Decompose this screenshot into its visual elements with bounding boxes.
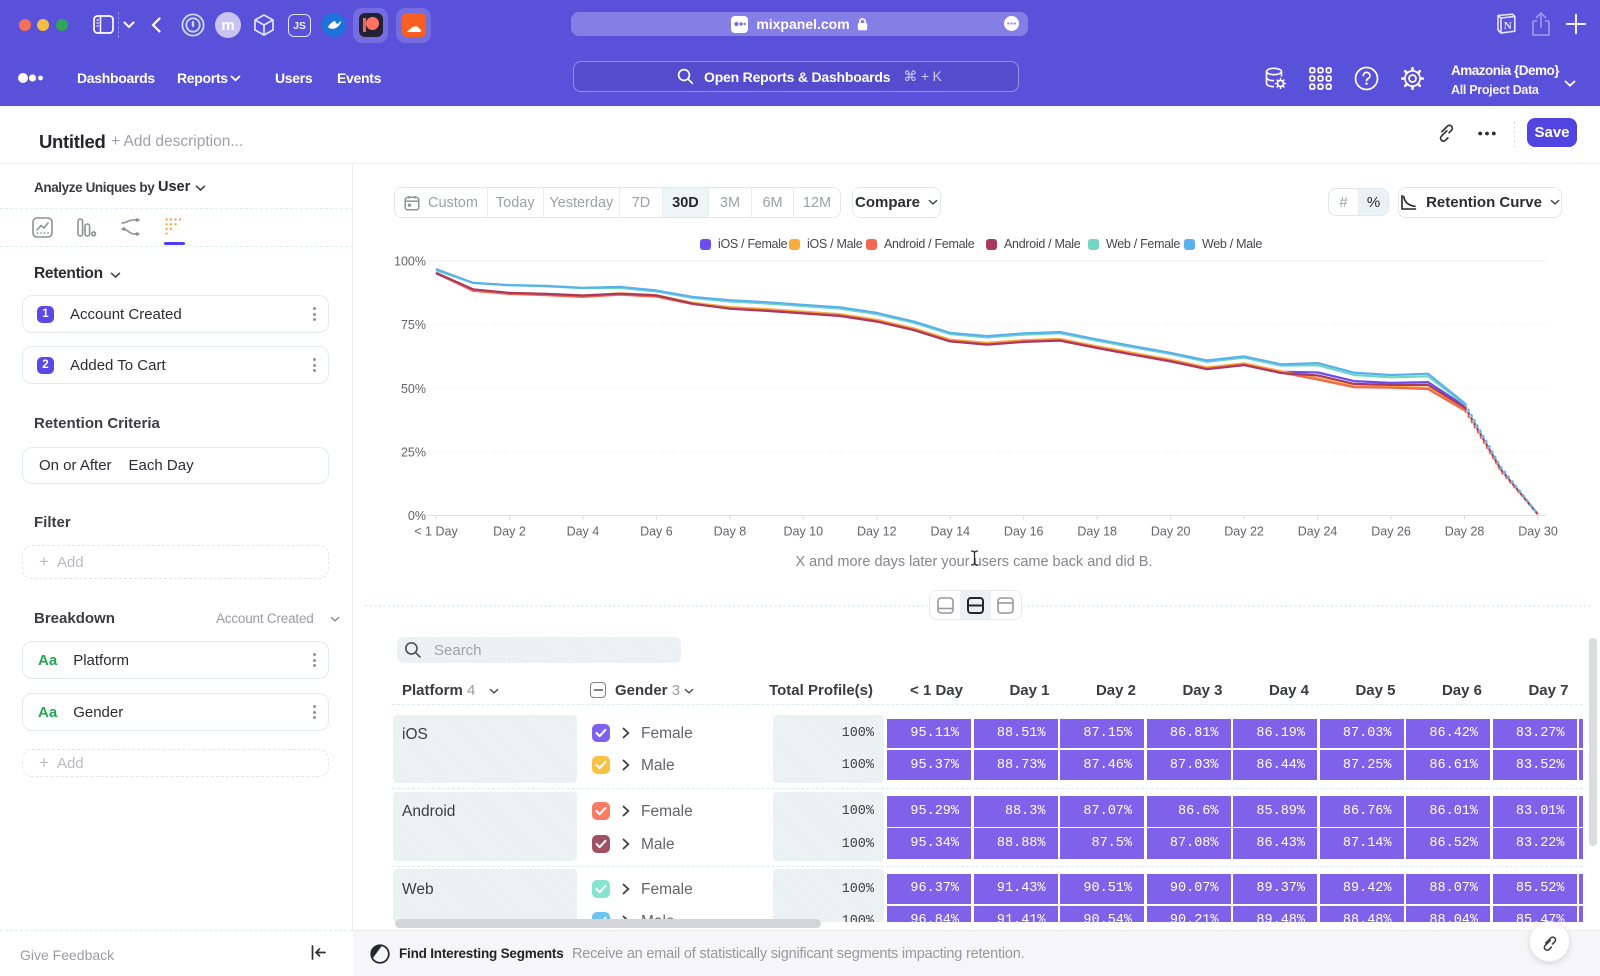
svg-text:Day 12: Day 12	[857, 525, 897, 539]
svg-text:100%: 100%	[394, 255, 426, 269]
svg-text:Day 26: Day 26	[1371, 525, 1411, 539]
svg-text:25%: 25%	[401, 445, 426, 459]
svg-text:Day 14: Day 14	[930, 525, 970, 539]
svg-text:75%: 75%	[401, 318, 426, 332]
svg-text:Day 18: Day 18	[1077, 525, 1117, 539]
svg-text:Day 16: Day 16	[1004, 525, 1044, 539]
svg-text:Day 2: Day 2	[493, 525, 526, 539]
svg-text:Day 28: Day 28	[1445, 525, 1485, 539]
svg-text:0%: 0%	[408, 509, 426, 523]
svg-text:Day 30: Day 30	[1518, 525, 1558, 539]
svg-text:Day 8: Day 8	[714, 525, 747, 539]
svg-text:Day 4: Day 4	[567, 525, 600, 539]
svg-text:Day 6: Day 6	[640, 525, 673, 539]
svg-text:50%: 50%	[401, 382, 426, 396]
svg-text:Day 10: Day 10	[783, 525, 823, 539]
svg-text:Day 20: Day 20	[1151, 525, 1191, 539]
svg-text:< 1 Day: < 1 Day	[414, 525, 458, 539]
svg-text:Day 22: Day 22	[1224, 525, 1264, 539]
svg-text:Day 24: Day 24	[1298, 525, 1338, 539]
